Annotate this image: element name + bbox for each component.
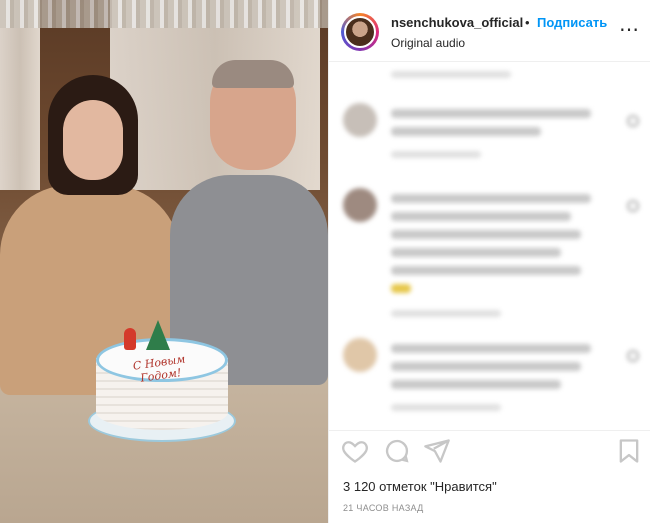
save-button[interactable] xyxy=(615,437,643,465)
post-side-panel: nsenchukova_official • Подписать Origina… xyxy=(328,0,650,523)
share-icon xyxy=(424,439,450,463)
post-header: nsenchukova_official • Подписать Origina… xyxy=(329,0,650,62)
avatar xyxy=(344,16,376,48)
tinsel-garland xyxy=(0,0,328,28)
tree-icon xyxy=(146,320,170,350)
cake xyxy=(88,320,236,442)
follow-button[interactable]: Подписать xyxy=(537,15,607,30)
instagram-post: С Новым Годом! nsenchukova_official • По… xyxy=(0,0,650,523)
like-button[interactable] xyxy=(341,437,369,465)
likes-count[interactable]: 3 120 отметок "Нравится" xyxy=(343,479,497,494)
post-video[interactable]: С Новым Годом! xyxy=(0,0,328,523)
bookmark-icon xyxy=(619,439,639,463)
comments-list[interactable] xyxy=(329,63,650,425)
audio-link[interactable]: Original audio xyxy=(391,36,465,50)
avatar-story-ring[interactable] xyxy=(341,13,379,51)
separator-dot: • xyxy=(525,15,530,30)
more-options-icon[interactable]: ⋯ xyxy=(617,18,641,42)
share-button[interactable] xyxy=(423,437,451,465)
username-link[interactable]: nsenchukova_official xyxy=(391,15,523,30)
heart-icon xyxy=(342,441,368,463)
comment-icon xyxy=(385,439,409,463)
post-timestamp[interactable]: 21 ЧАСОВ НАЗАД xyxy=(343,503,424,513)
comment-button[interactable] xyxy=(383,437,411,465)
action-bar xyxy=(329,430,650,470)
santa-figure xyxy=(124,328,136,350)
